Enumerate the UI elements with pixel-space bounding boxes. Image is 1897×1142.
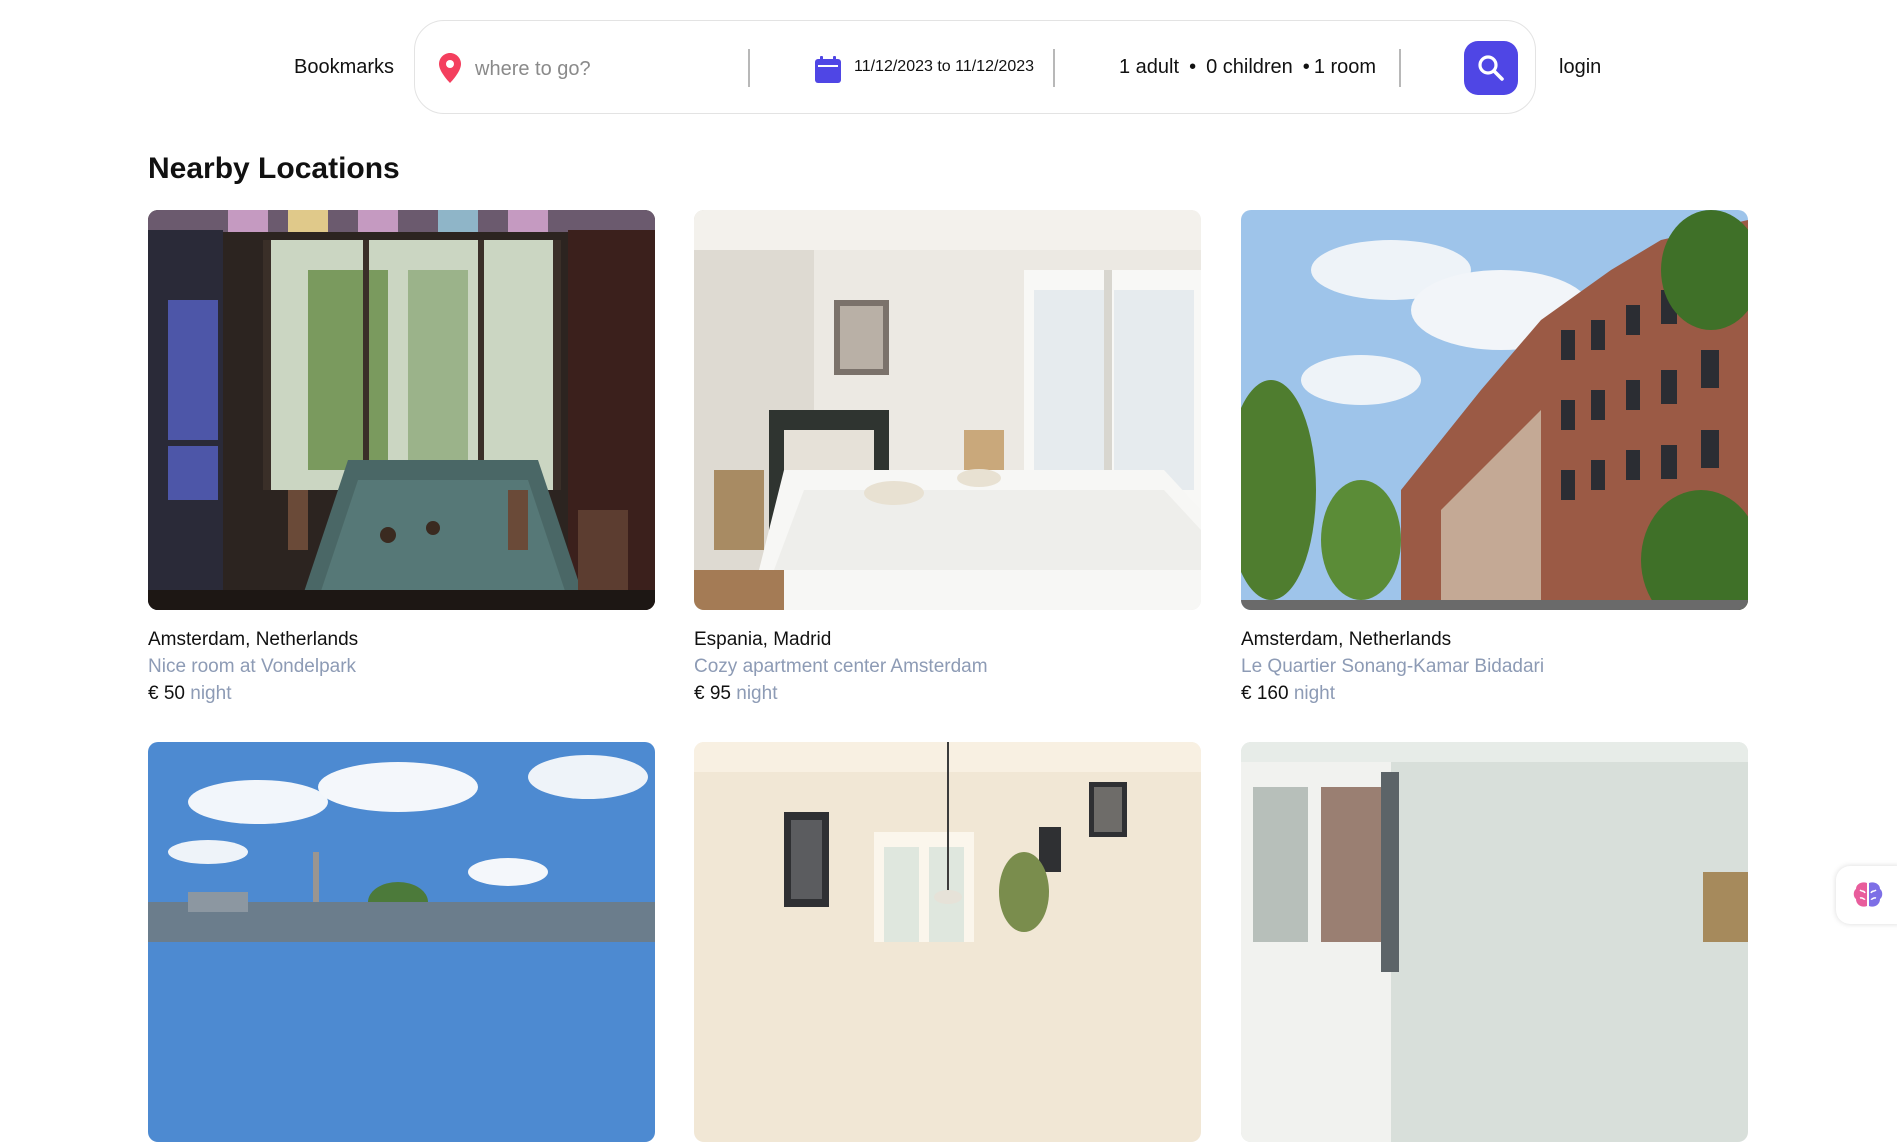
guests-selector[interactable]: 1 adult • 0 children • 1 room (1119, 56, 1376, 79)
listing-photo[interactable] (1241, 742, 1748, 1142)
price-amount: € 95 (694, 683, 731, 704)
price-amount: € 50 (148, 683, 185, 704)
section-title: Nearby Locations (148, 152, 400, 185)
listing-photo[interactable] (1241, 210, 1748, 610)
listing-card[interactable] (1241, 742, 1748, 1142)
price-unit: night (736, 683, 778, 704)
listing-card[interactable]: Amsterdam, Netherlands Nice room at Vond… (148, 210, 655, 707)
location-pin-icon (439, 53, 461, 83)
listing-photo[interactable] (694, 742, 1201, 1142)
search-bar: 11/12/2023 to 11/12/2023 1 adult • 0 child… (414, 20, 1536, 114)
adults-count: 1 adult (1119, 56, 1180, 78)
listing-title[interactable]: Nice room at Vondelpark (148, 653, 655, 680)
listing-card[interactable]: Espania, Madrid Cozy apartment center Am… (694, 210, 1201, 707)
listing-photo[interactable] (148, 742, 655, 1142)
price-unit: night (190, 683, 232, 704)
listing-photo[interactable] (694, 210, 1201, 610)
listing-title[interactable]: Cozy apartment center Amsterdam (694, 653, 1201, 680)
search-divider (1053, 49, 1055, 87)
date-range-selector[interactable]: 11/12/2023 to 11/12/2023 (854, 58, 1034, 76)
search-divider (748, 49, 750, 87)
price-amount: € 160 (1241, 683, 1289, 704)
search-divider (1399, 49, 1401, 87)
children-count: 0 children (1206, 56, 1293, 78)
top-bar: Bookmarks 11/12/2023 to 11/12/2023 1 adu… (0, 0, 1897, 135)
separator-dot: • (1189, 56, 1197, 78)
listing-location: Espania, Madrid (694, 629, 832, 650)
calendar-icon (815, 56, 841, 83)
login-link[interactable]: login (1559, 56, 1601, 79)
listing-title[interactable]: Le Quartier Sonang-Kamar Bidadari (1241, 653, 1748, 680)
listing-card[interactable] (148, 742, 655, 1142)
listing-price: € 95 night (694, 680, 1201, 707)
brain-icon (1853, 882, 1883, 907)
listing-card[interactable]: Amsterdam, Netherlands Le Quartier Sonan… (1241, 210, 1748, 707)
price-unit: night (1293, 683, 1336, 704)
listing-location: Amsterdam, Netherlands (1241, 629, 1452, 650)
destination-input[interactable] (473, 51, 737, 87)
listing-photo[interactable] (148, 210, 655, 610)
bookmarks-link[interactable]: Bookmarks (294, 56, 394, 79)
search-icon (1478, 55, 1504, 81)
listing-price: € 160 night (1241, 680, 1748, 707)
search-button[interactable] (1464, 41, 1518, 95)
assistant-button[interactable] (1836, 866, 1897, 924)
rooms-count: 1 room (1313, 56, 1377, 78)
listing-card[interactable] (694, 742, 1201, 1142)
listing-location: Amsterdam, Netherlands (148, 629, 359, 650)
separator-dot: • (1302, 56, 1310, 78)
listing-price: € 50 night (148, 680, 655, 707)
